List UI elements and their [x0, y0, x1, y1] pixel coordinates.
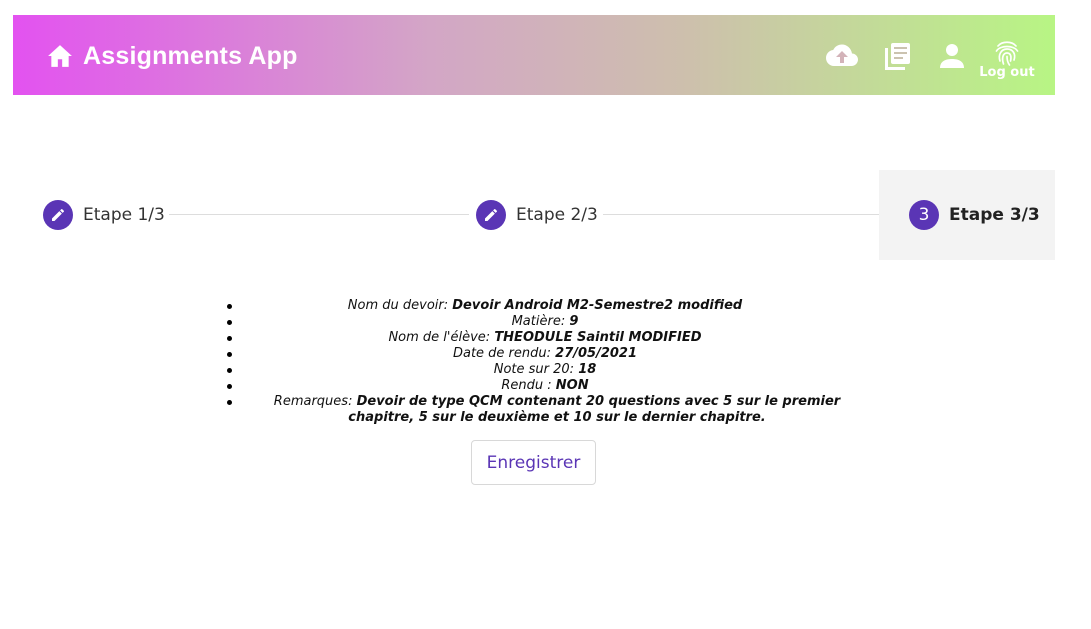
field-label: Note sur 20: — [493, 362, 575, 377]
subject-value: 9 — [569, 314, 579, 329]
logout-button[interactable]: Log out — [975, 39, 1039, 87]
field-label: Nom de l'élève: — [388, 330, 491, 345]
step-number: 3 — [909, 200, 939, 230]
pencil-icon — [476, 200, 506, 230]
step-2[interactable]: Etape 2/3 — [446, 170, 606, 260]
field-label: Date de rendu: — [452, 346, 552, 361]
list-item: Date de rendu: 27/05/2021 — [227, 346, 860, 362]
app-title[interactable]: Assignments App — [83, 42, 298, 71]
list-item: Nom du devoir: Devoir Android M2-Semestr… — [227, 298, 860, 314]
app-toolbar: Assignments App Log out — [13, 15, 1055, 95]
step-label: Etape 3/3 — [949, 205, 1040, 225]
logout-label: Log out — [979, 65, 1035, 80]
library-books-icon[interactable] — [883, 42, 911, 70]
step-connector — [603, 214, 913, 215]
step-label: Etape 1/3 — [83, 205, 165, 225]
field-label: Matière: — [511, 314, 566, 329]
field-label: Remarques: — [273, 394, 353, 409]
due-date: 27/05/2021 — [555, 346, 638, 361]
field-label: Rendu : — [501, 378, 552, 393]
returned-value: NON — [555, 378, 589, 393]
remarks-value: Devoir de type QCM contenant 20 question… — [348, 394, 841, 425]
step-label: Etape 2/3 — [516, 205, 598, 225]
cloud-upload-icon[interactable] — [825, 42, 859, 70]
assignment-summary: Nom du devoir: Devoir Android M2-Semestr… — [227, 298, 860, 426]
list-item: Remarques: Devoir de type QCM contenant … — [227, 394, 860, 426]
list-item: Note sur 20: 18 — [227, 362, 860, 378]
assignment-name: Devoir Android M2-Semestre2 modified — [452, 298, 743, 313]
grade-value: 18 — [578, 362, 597, 377]
home-icon[interactable] — [47, 44, 73, 68]
person-icon[interactable] — [939, 43, 965, 69]
list-item: Rendu : NON — [227, 378, 860, 394]
step-1[interactable]: Etape 1/3 — [13, 170, 173, 260]
step-connector — [169, 214, 469, 215]
step-3[interactable]: 3 Etape 3/3 — [879, 170, 1055, 260]
stepper: Etape 1/3 Etape 2/3 3 Etape 3/3 — [13, 170, 1055, 260]
student-name: THEODULE Saintil MODIFIED — [494, 330, 702, 345]
pencil-icon — [43, 200, 73, 230]
list-item: Nom de l'élève: THEODULE Saintil MODIFIE… — [227, 330, 860, 346]
save-button[interactable]: Enregistrer — [471, 440, 596, 485]
field-label: Nom du devoir: — [347, 298, 449, 313]
list-item: Matière: 9 — [227, 314, 860, 330]
fingerprint-icon — [995, 41, 1019, 66]
